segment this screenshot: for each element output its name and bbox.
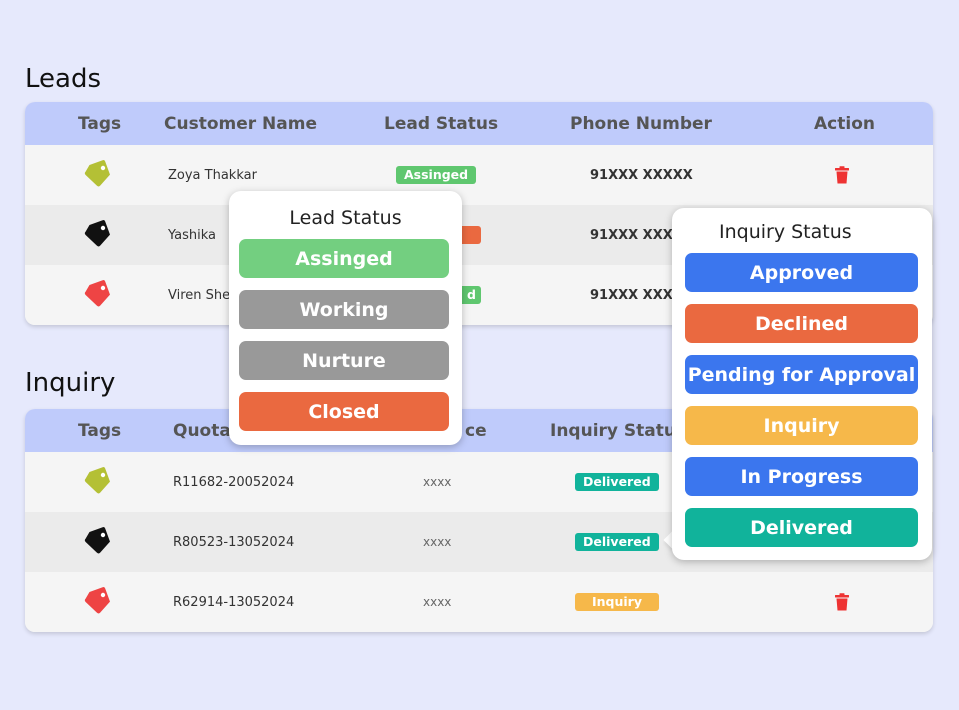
- leads-title: Leads: [25, 64, 102, 94]
- leads-header-customer-name: Customer Name: [164, 114, 317, 134]
- tag-icon[interactable]: [82, 526, 112, 556]
- trash-icon[interactable]: [834, 593, 850, 611]
- tag-icon[interactable]: [82, 219, 112, 249]
- inquiry-header-inquiry-status: Inquiry Status: [550, 421, 687, 441]
- table-row[interactable]: R62914-13052024 xxxx Inquiry: [25, 572, 933, 632]
- lead-status-dropdown-title: Lead Status: [289, 207, 402, 229]
- lead-status-dropdown: Lead Status Assinged Working Nurture Clo…: [229, 191, 462, 445]
- quotation-number: R62914-13052024: [173, 594, 295, 610]
- inquiry-status-badge[interactable]: Inquiry: [575, 593, 659, 611]
- trash-icon[interactable]: [834, 166, 850, 184]
- inquiry-status-dropdown-title: Inquiry Status: [719, 221, 852, 243]
- inquiry-status-badge[interactable]: Delivered: [575, 473, 659, 491]
- inquiry-status-dropdown: Inquiry Status Approved Declined Pending…: [672, 208, 932, 560]
- table-row[interactable]: Zoya Thakkar Assinged 91XXX XXXXX: [25, 145, 933, 205]
- tag-icon[interactable]: [82, 466, 112, 496]
- lead-status-option-closed[interactable]: Closed: [239, 392, 449, 431]
- inquiry-title: Inquiry: [25, 368, 116, 398]
- tag-icon[interactable]: [82, 159, 112, 189]
- inquiry-status-option-declined[interactable]: Declined: [685, 304, 918, 343]
- leads-header-action: Action: [814, 114, 875, 134]
- inquiry-status-option-pending-for-approval[interactable]: Pending for Approval: [685, 355, 918, 394]
- inquiry-status-option-approved[interactable]: Approved: [685, 253, 918, 292]
- inquiry-status-badge[interactable]: Delivered: [575, 533, 659, 551]
- price-value: xxxx: [423, 595, 452, 609]
- tag-icon[interactable]: [82, 586, 112, 616]
- phone-number: 91XXX XXXX: [590, 227, 683, 243]
- price-value: xxxx: [423, 475, 452, 489]
- quotation-number: R11682-20052024: [173, 474, 295, 490]
- leads-header-phone-number: Phone Number: [570, 114, 712, 134]
- lead-status-option-assinged[interactable]: Assinged: [239, 239, 449, 278]
- phone-number: 91XXX XXXX: [590, 287, 683, 303]
- leads-table-header: Tags Customer Name Lead Status Phone Num…: [25, 102, 933, 145]
- customer-name: Yashika: [168, 227, 217, 243]
- lead-status-option-nurture[interactable]: Nurture: [239, 341, 449, 380]
- lead-status-badge[interactable]: Assinged: [396, 166, 477, 184]
- inquiry-header-price: ce: [465, 421, 487, 441]
- inquiry-header-quotation: Quota: [173, 421, 231, 441]
- leads-header-tags: Tags: [78, 114, 122, 134]
- price-value: xxxx: [423, 535, 452, 549]
- inquiry-header-tags: Tags: [78, 421, 122, 441]
- inquiry-status-option-in-progress[interactable]: In Progress: [685, 457, 918, 496]
- customer-name: Viren She: [168, 287, 231, 303]
- lead-status-option-working[interactable]: Working: [239, 290, 449, 329]
- phone-number: 91XXX XXXXX: [590, 167, 693, 183]
- inquiry-status-option-delivered[interactable]: Delivered: [685, 508, 918, 547]
- leads-header-lead-status: Lead Status: [384, 114, 499, 134]
- quotation-number: R80523-13052024: [173, 534, 295, 550]
- tag-icon[interactable]: [82, 279, 112, 309]
- inquiry-status-option-inquiry[interactable]: Inquiry: [685, 406, 918, 445]
